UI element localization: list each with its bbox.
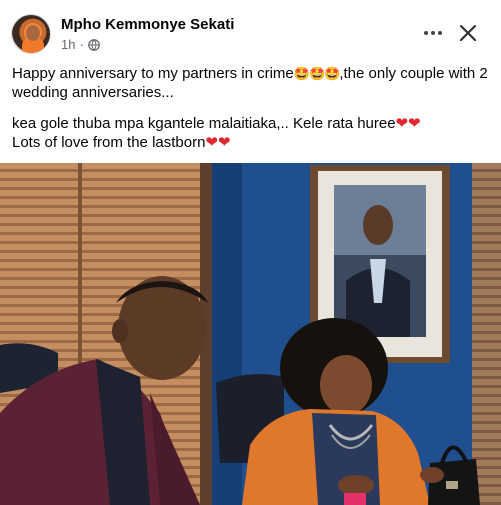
more-options-button[interactable] xyxy=(418,20,448,46)
woman-face xyxy=(320,355,372,415)
post-photo[interactable] xyxy=(0,163,501,505)
separator-dot: · xyxy=(79,37,84,52)
post-time[interactable]: 1h xyxy=(61,37,75,52)
author-name[interactable]: Mpho Kemmonye Sekati xyxy=(61,16,234,33)
star-struck-emoji: 🤩🤩🤩 xyxy=(293,66,341,81)
heart-emoji: ❤❤ xyxy=(395,115,421,132)
close-icon[interactable] xyxy=(455,20,481,46)
post-header: Mpho Kemmonye Sekati 1h · xyxy=(0,0,501,62)
more-options-icon xyxy=(424,31,428,35)
heart-emoji: ❤❤ xyxy=(205,134,231,151)
post-text-line: kea gole thuba mpa kgantele malaitiaka,.… xyxy=(12,114,494,133)
post-text-line: Lots of love from the lastborn❤❤ xyxy=(12,133,494,152)
post-meta: 1h · xyxy=(61,37,100,52)
post-body: Happy anniversary to my partners in crim… xyxy=(12,64,494,152)
facebook-post: Mpho Kemmonye Sekati 1h · Happy annivers… xyxy=(0,0,501,505)
author-avatar[interactable] xyxy=(11,14,51,54)
post-text-line1: Happy anniversary to my partners in crim… xyxy=(12,65,294,82)
post-text-line3: Lots of love from the lastborn xyxy=(12,134,206,151)
post-text-line: Happy anniversary to my partners in crim… xyxy=(12,64,494,102)
avatar-face xyxy=(26,25,40,41)
office-photo xyxy=(0,163,501,505)
globe-icon xyxy=(87,38,100,51)
post-text-line2: kea gole thuba mpa kgantele malaitiaka,.… xyxy=(12,115,396,132)
